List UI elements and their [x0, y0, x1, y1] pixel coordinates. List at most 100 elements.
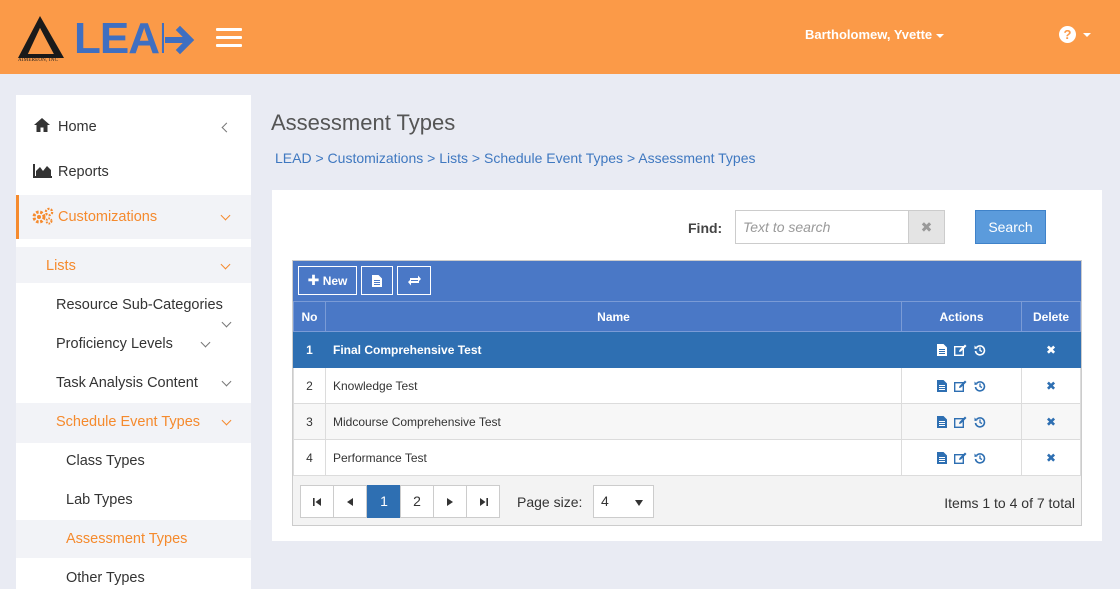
refresh-icon — [407, 275, 421, 286]
sidebar-item-label: Lab Types — [66, 492, 133, 508]
row-delete: ✖ — [1021, 403, 1081, 440]
row-number: 2 — [293, 367, 326, 404]
area-chart-icon — [33, 164, 52, 178]
sidebar-item-label: Home — [58, 119, 97, 135]
search-button[interactable]: Search — [975, 210, 1046, 244]
column-header-name[interactable]: Name — [325, 301, 902, 332]
chevron-down-icon — [220, 259, 231, 270]
chevron-down-icon — [221, 317, 232, 328]
edit-icon[interactable] — [954, 416, 967, 429]
sidebar-item-label: Lists — [46, 258, 76, 274]
breadcrumb-link-lead[interactable]: LEAD — [275, 150, 312, 166]
gears-icon — [32, 207, 54, 225]
table-row[interactable]: 3 Midcourse Comprehensive Test ✖ — [293, 403, 1081, 440]
breadcrumb-link-customizations[interactable]: Customizations — [328, 150, 424, 166]
breadcrumb-link-schedule-event-types[interactable]: Schedule Event Types — [484, 150, 623, 166]
hamburger-bar — [216, 36, 242, 39]
user-name: Bartholomew, Yvette — [805, 27, 933, 42]
logo-arrow-icon — [164, 22, 200, 58]
delete-icon[interactable]: ✖ — [1046, 451, 1056, 465]
delete-icon[interactable]: ✖ — [1046, 415, 1056, 429]
history-icon[interactable] — [974, 344, 986, 356]
breadcrumb-separator: > — [427, 150, 436, 166]
sidebar-item-proficiency-levels[interactable]: Proficiency Levels — [16, 327, 251, 365]
column-header-no[interactable]: No — [293, 301, 326, 332]
chevron-left-icon — [221, 122, 232, 133]
page-title: Assessment Types — [271, 110, 456, 135]
view-document-icon[interactable] — [936, 416, 947, 429]
breadcrumb-current[interactable]: Assessment Types — [638, 150, 755, 166]
edit-icon[interactable] — [954, 380, 967, 393]
history-icon[interactable] — [974, 380, 986, 392]
sidebar-item-task-analysis-content[interactable]: Task Analysis Content — [16, 366, 251, 404]
chevron-down-icon — [221, 415, 232, 426]
view-document-icon[interactable] — [936, 380, 947, 393]
sidebar-item-customizations[interactable]: Customizations — [16, 195, 251, 239]
last-page-icon — [479, 498, 488, 507]
help-menu[interactable]: ? — [1059, 26, 1091, 44]
sidebar-item-home[interactable]: Home — [16, 95, 251, 149]
new-button[interactable]: ✚ New — [298, 266, 357, 295]
page-2-button[interactable]: 2 — [400, 485, 434, 518]
close-icon: ✖ — [920, 219, 933, 235]
row-actions — [901, 439, 1022, 476]
edit-icon[interactable] — [954, 452, 967, 465]
page-size-label: Page size: — [517, 494, 583, 510]
previous-page-button[interactable] — [333, 485, 367, 518]
table-row[interactable]: 2 Knowledge Test ✖ — [293, 367, 1081, 404]
sidebar-item-lists[interactable]: Lists — [16, 247, 251, 283]
row-name: Knowledge Test — [325, 367, 902, 404]
find-label: Find: — [688, 220, 723, 236]
breadcrumb-link-lists[interactable]: Lists — [439, 150, 468, 166]
row-number: 1 — [293, 331, 326, 368]
last-page-button[interactable] — [466, 485, 500, 518]
sidebar: Home Reports Customizations Lists Resour… — [16, 95, 251, 589]
view-document-icon[interactable] — [936, 452, 947, 465]
sidebar-item-resource-sub-categories[interactable]: Resource Sub-Categories — [16, 288, 251, 328]
lead-logo[interactable]: AIMEREON, INC LEAD — [16, 14, 200, 66]
sidebar-item-label: Reports — [58, 164, 109, 180]
sidebar-item-class-types[interactable]: Class Types — [16, 444, 251, 482]
column-header-delete: Delete — [1021, 301, 1081, 332]
row-number: 3 — [293, 403, 326, 440]
row-actions — [901, 367, 1022, 404]
export-button[interactable] — [361, 266, 393, 295]
refresh-button[interactable] — [397, 266, 431, 295]
delete-icon[interactable]: ✖ — [1046, 343, 1056, 357]
page-size-select[interactable]: 4 — [593, 485, 654, 518]
grid-toolbar: ✚ New — [293, 261, 1081, 301]
menu-toggle-button[interactable] — [216, 28, 242, 48]
delete-icon[interactable]: ✖ — [1046, 379, 1056, 393]
table-header-row: No Name Actions Delete — [293, 301, 1081, 332]
sidebar-item-schedule-event-types[interactable]: Schedule Event Types — [16, 403, 251, 443]
sidebar-item-label: Schedule Event Types — [56, 414, 201, 430]
history-icon[interactable] — [974, 416, 986, 428]
sidebar-item-label: Customizations — [58, 209, 158, 225]
user-menu[interactable]: Bartholomew, Yvette — [805, 27, 945, 42]
first-page-icon — [312, 498, 321, 507]
sidebar-item-lab-types[interactable]: Lab Types — [16, 483, 251, 521]
table-row[interactable]: 1 Final Comprehensive Test ✖ — [293, 331, 1081, 368]
sidebar-item-label: Task Analysis Content — [56, 375, 198, 391]
caret-right-icon — [447, 498, 453, 507]
history-icon[interactable] — [974, 452, 986, 464]
page-1-button[interactable]: 1 — [367, 485, 401, 518]
table-row[interactable]: 4 Performance Test ✖ — [293, 439, 1081, 476]
row-name: Performance Test — [325, 439, 902, 476]
next-page-button[interactable] — [433, 485, 467, 518]
sidebar-item-assessment-types[interactable]: Assessment Types — [16, 520, 251, 558]
first-page-button[interactable] — [300, 485, 334, 518]
caret-down-icon — [936, 33, 945, 38]
search-input[interactable] — [735, 210, 909, 244]
chevron-down-icon — [200, 337, 211, 348]
view-document-icon[interactable] — [936, 344, 947, 357]
sidebar-item-reports[interactable]: Reports — [16, 149, 251, 195]
clear-search-button[interactable]: ✖ — [908, 210, 945, 244]
items-count-info: Items 1 to 4 of 7 total — [944, 495, 1075, 511]
page-size-value: 4 — [601, 493, 609, 509]
row-name: Final Comprehensive Test — [325, 331, 902, 368]
row-delete: ✖ — [1021, 367, 1081, 404]
sidebar-item-other-types[interactable]: Other Types — [16, 561, 251, 589]
edit-icon[interactable] — [954, 344, 967, 357]
logo-company-name: AIMEREON, INC — [18, 58, 59, 63]
